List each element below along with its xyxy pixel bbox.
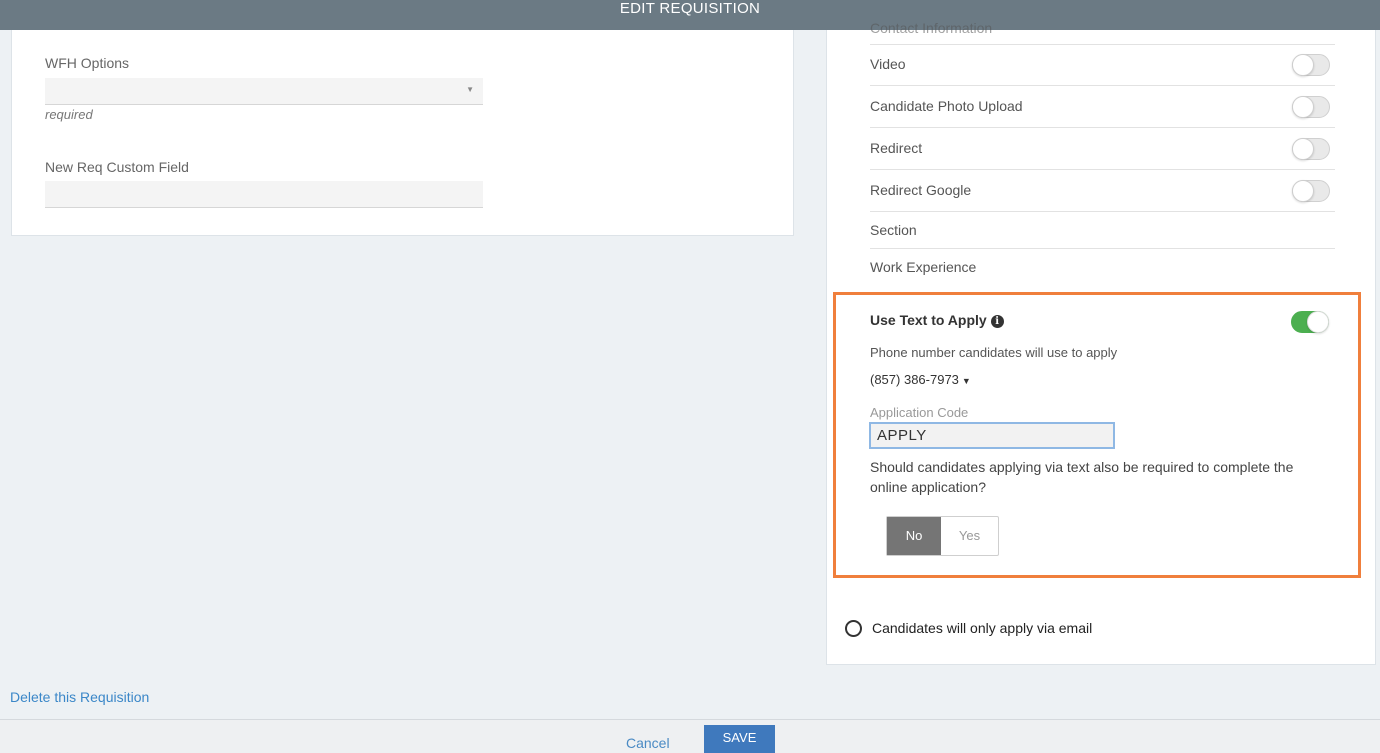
redirect-toggle[interactable] (1292, 138, 1330, 160)
redirect-google-toggle[interactable] (1292, 180, 1330, 202)
text-to-apply-toggle[interactable] (1291, 311, 1329, 333)
option-yes-button[interactable]: Yes (941, 517, 998, 555)
toggle-knob (1292, 54, 1314, 76)
application-settings-card: Contact Information Video Candidate Phot… (826, 20, 1376, 665)
setting-label: Video (870, 56, 906, 72)
text-to-apply-title: Use Text to Apply i (870, 312, 1004, 328)
save-button[interactable]: SAVE (704, 725, 775, 753)
phone-number: (857) 386-7973 (870, 372, 959, 387)
setting-label: Candidate Photo Upload (870, 98, 1023, 114)
contact-information-label: Contact Information (870, 20, 993, 36)
toggle-knob (1292, 96, 1314, 118)
toggle-knob (1307, 311, 1329, 333)
custom-field-label: New Req Custom Field (45, 159, 189, 175)
application-code-label: Application Code (870, 405, 969, 420)
photo-upload-toggle[interactable] (1292, 96, 1330, 118)
option-no-button[interactable]: No (887, 517, 941, 555)
setting-row-redirect-google: Redirect Google (870, 170, 1335, 212)
delete-requisition-link[interactable]: Delete this Requisition (10, 689, 149, 705)
requisition-fields-card: WFH Options ▼ required New Req Custom Fi… (11, 30, 794, 236)
require-online-application-toggle: No Yes (886, 516, 999, 556)
setting-row-photo-upload: Candidate Photo Upload (870, 86, 1335, 128)
setting-row-work-experience: Work Experience (870, 249, 1335, 287)
setting-row-section: Section (870, 212, 1335, 249)
phone-number-dropdown[interactable]: (857) 386-7973 ▼ (870, 372, 971, 387)
setting-label: Work Experience (870, 259, 977, 275)
video-toggle[interactable] (1292, 54, 1330, 76)
custom-field-input[interactable] (45, 181, 483, 208)
setting-label: Redirect Google (870, 182, 972, 198)
text-to-apply-section: Use Text to Apply i Phone number candidat… (833, 292, 1361, 578)
page-title: EDIT REQUISITION (619, 0, 761, 17)
page-header: EDIT REQUISITION (0, 0, 1380, 30)
required-hint: required (45, 107, 93, 122)
application-code-input[interactable]: APPLY (869, 422, 1115, 449)
radio-button-icon[interactable] (845, 620, 862, 637)
online-application-question: Should candidates applying via text also… (870, 459, 1294, 495)
setting-label: Section (870, 222, 917, 238)
setting-row-video: Video (870, 44, 1335, 86)
setting-row-redirect: Redirect (870, 128, 1335, 170)
info-circle-icon[interactable]: i (990, 315, 1004, 328)
phone-caption: Phone number candidates will use to appl… (870, 345, 1118, 360)
toggle-knob (1292, 138, 1314, 160)
setting-label: Redirect (870, 140, 923, 156)
wfh-options-label: WFH Options (45, 55, 130, 71)
caret-down-icon: ▼ (961, 376, 971, 386)
wfh-options-select[interactable]: ▼ (45, 78, 483, 105)
cancel-button[interactable]: Cancel (626, 735, 670, 751)
caret-down-icon: ▼ (466, 85, 474, 94)
text-to-apply-label: Use Text to Apply (870, 312, 987, 328)
email-only-label: Candidates will only apply via email (872, 620, 1093, 636)
toggle-knob (1292, 180, 1314, 202)
footer-bar: Cancel SAVE (0, 719, 1380, 753)
